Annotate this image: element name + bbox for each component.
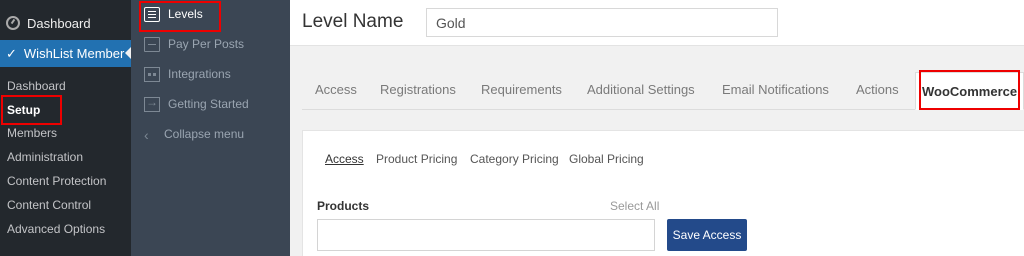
save-access-button[interactable]: Save Access xyxy=(667,219,747,251)
tab-woocommerce[interactable]: WooCommerce xyxy=(915,72,1024,110)
page-title: Level Name xyxy=(302,11,404,32)
tab-registrations[interactable]: Registrations xyxy=(380,78,456,110)
menu-wishlist-label: WishList Member xyxy=(23,46,125,61)
sidebar-item-getting-started[interactable]: Getting Started xyxy=(131,90,290,118)
subtab-category-pricing[interactable]: Category Pricing xyxy=(470,152,559,166)
admin-menu: Dashboard ✓ WishList Member Dashboard Se… xyxy=(0,0,131,256)
submenu-administration[interactable]: Administration xyxy=(0,146,131,168)
sidebar-item-label: Pay Per Posts xyxy=(168,37,245,51)
tab-requirements[interactable]: Requirements xyxy=(481,78,562,110)
menu-wishlist-member[interactable]: ✓ WishList Member xyxy=(0,40,131,67)
tab-actions[interactable]: Actions xyxy=(856,78,899,110)
sidebar-item-integrations[interactable]: Integrations xyxy=(131,60,290,88)
chevron-left-icon: ‹ xyxy=(144,126,149,143)
select-all-link[interactable]: Select All xyxy=(610,199,659,213)
products-input[interactable] xyxy=(317,219,655,251)
sidebar-item-levels[interactable]: Levels xyxy=(131,0,290,28)
sidebar-item-label: Collapse menu xyxy=(164,127,245,141)
subtab-access[interactable]: Access xyxy=(325,152,364,166)
check-icon: ✓ xyxy=(6,45,17,61)
tab-additional-settings[interactable]: Additional Settings xyxy=(587,78,695,110)
level-header: Level Name xyxy=(290,0,1024,46)
submenu-setup[interactable]: Setup xyxy=(0,99,131,121)
sidebar-item-label: Levels xyxy=(168,7,203,21)
submenu-advanced-options[interactable]: Advanced Options xyxy=(0,218,131,240)
subtab-global-pricing[interactable]: Global Pricing xyxy=(569,152,644,166)
menu-dashboard[interactable]: Dashboard xyxy=(0,12,131,34)
level-tabs: Access Registrations Requirements Additi… xyxy=(302,72,1024,110)
menu-dashboard-label: Dashboard xyxy=(27,15,91,31)
dashboard-icon xyxy=(6,16,20,30)
calendar-icon xyxy=(144,66,160,82)
sidebar-item-collapse-menu[interactable]: ‹ Collapse menu xyxy=(131,120,290,148)
level-name-input[interactable] xyxy=(426,8,778,37)
submenu-members[interactable]: Members xyxy=(0,122,131,144)
plugin-sidebar: Levels Pay Per Posts Integrations Gettin… xyxy=(131,0,290,256)
sidebar-item-label: Getting Started xyxy=(168,97,249,111)
woocommerce-panel: Access Product Pricing Category Pricing … xyxy=(302,130,1024,256)
document-icon xyxy=(144,36,160,52)
sidebar-item-pay-per-posts[interactable]: Pay Per Posts xyxy=(131,30,290,58)
sidebar-item-label: Integrations xyxy=(168,67,231,81)
submenu-content-control[interactable]: Content Control xyxy=(0,194,131,216)
tab-access[interactable]: Access xyxy=(315,78,357,110)
subtab-product-pricing[interactable]: Product Pricing xyxy=(376,152,457,166)
list-icon xyxy=(144,6,160,22)
submenu-dashboard[interactable]: Dashboard xyxy=(0,75,131,97)
products-label: Products xyxy=(317,199,370,213)
tab-email-notifications[interactable]: Email Notifications xyxy=(722,78,829,110)
enter-icon xyxy=(144,95,160,112)
submenu-content-protection[interactable]: Content Protection xyxy=(0,170,131,192)
